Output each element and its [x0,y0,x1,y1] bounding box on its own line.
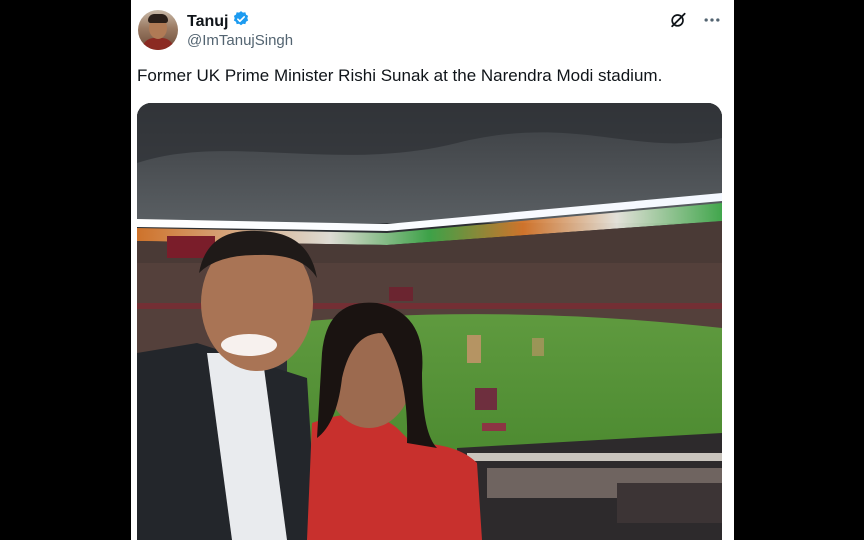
more-icon[interactable] [702,10,722,35]
tweet-top-actions [668,10,722,35]
verified-badge-icon [232,10,250,33]
tweet-card: Tanuj @ImTanujSingh Former UK Prime Mini… [131,0,734,540]
author-handle[interactable]: @ImTanujSingh [187,32,293,49]
grok-icon[interactable] [668,10,688,35]
stadium-photo [137,103,722,540]
author-display-name[interactable]: Tanuj [187,13,228,31]
tweet-text: Former UK Prime Minister Rishi Sunak at … [137,66,663,85]
tweet-media-photo[interactable] [137,103,722,540]
author-name-row: Tanuj [187,10,250,33]
avatar[interactable] [138,10,178,50]
